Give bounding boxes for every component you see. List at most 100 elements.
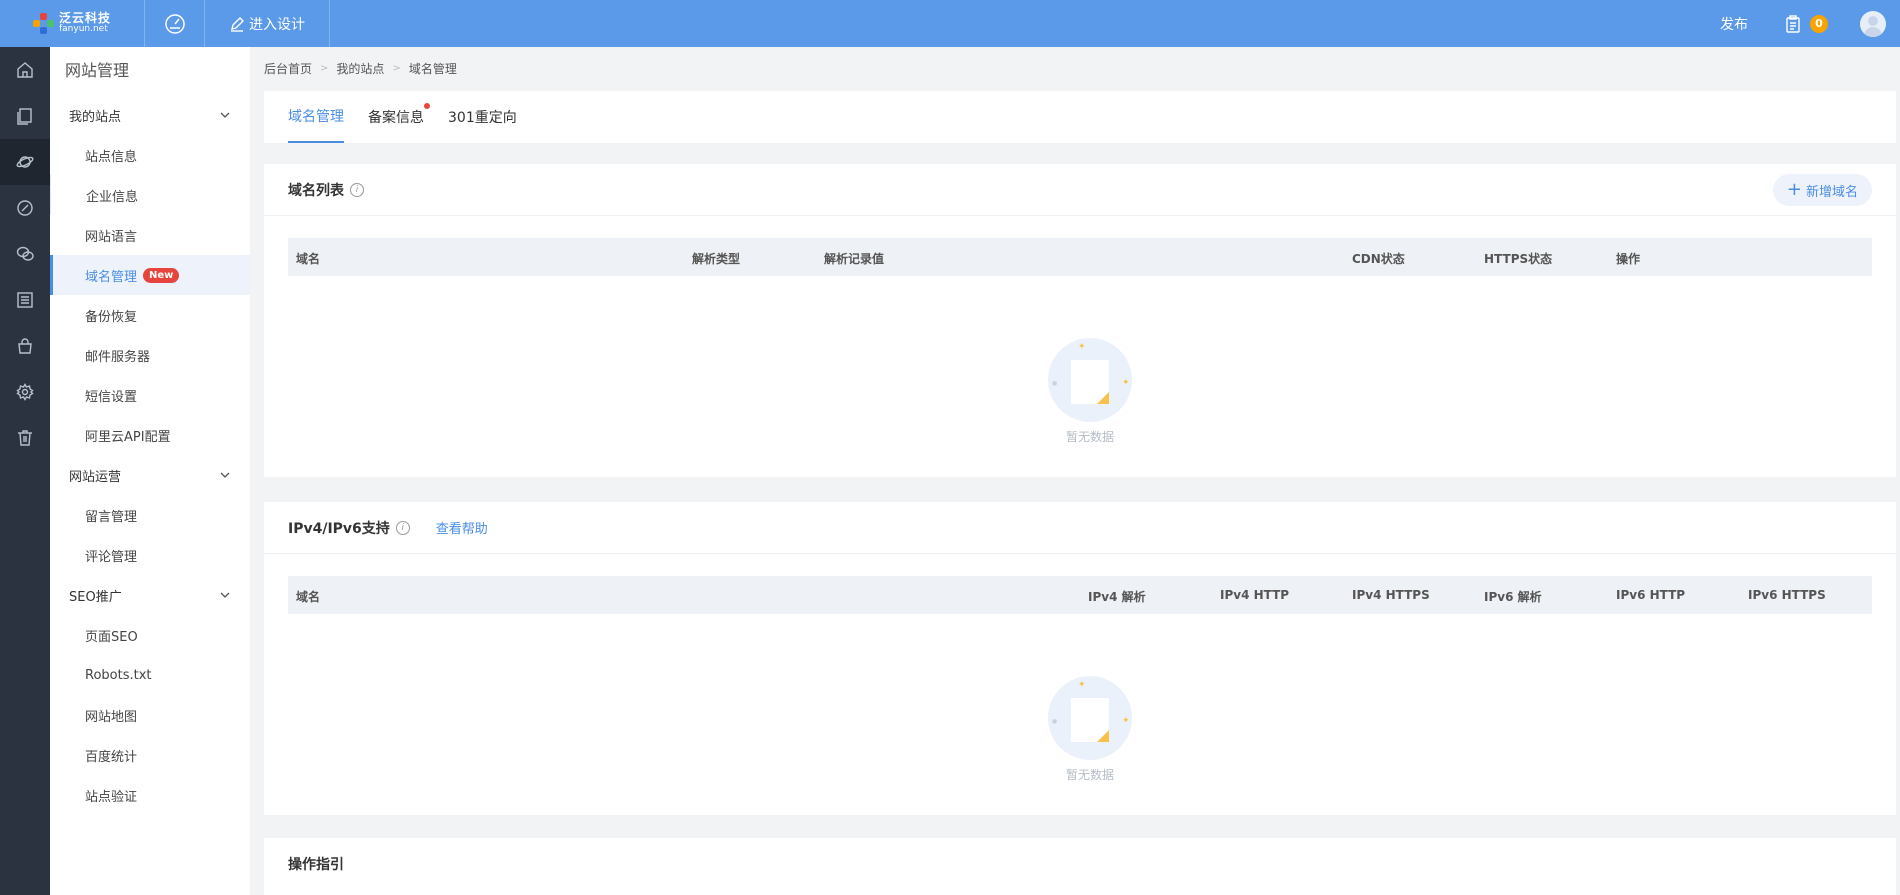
empty-state: ✦ ✦ ● 暂无数据 [1030,676,1150,783]
menu-item-page-seo[interactable]: 页面SEO [50,615,250,655]
menu-item-site-language[interactable]: 网站语言 [50,215,250,255]
publish-button[interactable]: 发布 [1720,14,1748,34]
brand-name-cn: 泛云科技 [58,10,111,25]
column-header: 解析类型 [692,252,741,266]
tab-domain-management[interactable]: 域名管理 [288,91,344,143]
column-header: HTTPS状态 [1484,252,1553,266]
domain-list-card: 域名列表 i + 新增域名 域名 解析类型 解析记录值 CDN状态 HTTPS状… [264,164,1896,477]
side-menu: 网站管理 我的站点 站点信息 企业信息 网站语言 域名管理 New 备份恢复 邮… [50,47,250,895]
icon-rail [0,47,50,895]
task-count-badge: 0 [1810,14,1828,33]
view-help-link[interactable]: 查看帮助 [436,518,488,537]
info-icon[interactable]: i [395,520,410,535]
trash-icon [18,430,32,446]
info-icon[interactable]: i [350,182,364,197]
tabs-bar: 域名管理 备案信息 301重定向 [264,91,1896,143]
menu-item-sms-settings[interactable]: 短信设置 [50,375,250,415]
domain-table-header: 域名 解析类型 解析记录值 CDN状态 HTTPS状态 操作 [288,238,1872,276]
brand-logo[interactable]: 泛云科技 fanyun.net [0,0,145,47]
column-header: CDN状态 [1352,252,1405,266]
menu-group-operations[interactable]: 网站运营 [50,455,250,495]
plus-icon: + [1786,179,1802,200]
rail-list[interactable] [0,277,50,323]
menu-item-sitemap[interactable]: 网站地图 [50,695,250,735]
tab-label: 备案信息 [368,110,424,126]
chevron-down-icon [220,472,230,478]
rail-website[interactable] [0,139,50,185]
operation-guide-card: 操作指引 [264,838,1896,895]
speedometer-button[interactable] [145,0,205,47]
menu-item-company-info[interactable]: 企业信息 [50,175,250,215]
rail-trash[interactable] [0,415,50,461]
ip-table-header: 域名 IPv4 解析 IPv4 HTTP IPv4 HTTPS IPv6 解析 … [288,576,1872,614]
menu-item-comments[interactable]: 评论管理 [50,535,250,575]
gear-icon [16,383,34,401]
column-header: 域名 [296,590,321,604]
rail-wechat[interactable] [0,231,50,277]
menu-item-domain-management[interactable]: 域名管理 New [50,255,250,295]
breadcrumb-home[interactable]: 后台首页 [264,60,312,77]
rail-pages[interactable] [0,93,50,139]
menu-item-site-verify[interactable]: 站点验证 [50,775,250,815]
add-domain-button[interactable]: + 新增域名 [1772,174,1872,206]
column-header: IPv6 HTTPS [1748,588,1826,602]
home-icon [17,62,33,78]
menu-group-seo[interactable]: SEO推广 [50,575,250,615]
card-title: 操作指引 [288,857,344,873]
logo-mark-icon [32,12,55,35]
main-content: 后台首页 > 我的站点 > 域名管理 域名管理 备案信息 301重定向 域名列表… [250,47,1900,895]
tab-301-redirect[interactable]: 301重定向 [448,91,517,143]
ip-support-card: IPv4/IPv6支持 i 查看帮助 域名 IPv4 解析 IPv4 HTTP … [264,502,1896,815]
rail-links[interactable] [0,185,50,231]
top-bar: 泛云科技 fanyun.net 进入设计 发布 0 [0,0,1900,47]
menu-group-label: 我的站点 [69,109,122,125]
empty-document-icon: ✦ ✦ ● [1048,338,1132,422]
card-header: 操作指引 [264,838,1896,890]
pages-icon [17,108,32,125]
breadcrumb-current: 域名管理 [408,61,457,76]
add-domain-label: 新增域名 [1805,184,1858,200]
list-icon [17,292,33,308]
menu-group-my-sites[interactable]: 我的站点 [50,95,250,135]
menu-item-mail-server[interactable]: 邮件服务器 [50,335,250,375]
menu-item-label: 域名管理 [85,269,138,285]
brand-name-en: fanyun.net [58,23,108,34]
empty-text: 暂无数据 [1065,768,1114,782]
menu-item-robots[interactable]: Robots.txt [50,655,250,695]
menu-item-baidu-stats[interactable]: 百度统计 [50,735,250,775]
menu-item-messages[interactable]: 留言管理 [50,495,250,535]
column-header: IPv4 HTTPS [1352,588,1430,602]
menu-item-aliyun-api[interactable]: 阿里云API配置 [50,415,250,455]
clipboard-icon [1786,14,1800,33]
tasks-button[interactable]: 0 [1784,14,1828,33]
column-header: 解析记录值 [824,252,885,266]
rail-settings[interactable] [0,369,50,415]
shop-bag-icon [18,338,32,354]
column-header: 域名 [296,252,321,266]
empty-text: 暂无数据 [1065,430,1114,444]
chevron-down-icon [220,592,230,598]
column-header: IPv4 解析 [1088,590,1146,604]
chevron-right-icon: > [392,62,401,74]
menu-group-label: 网站运营 [69,469,122,485]
notification-dot [424,103,430,109]
wechat-icon [16,246,34,261]
column-header: IPv4 HTTP [1220,588,1290,602]
new-badge: New [143,267,180,283]
chevron-down-icon [220,112,230,118]
card-header: IPv4/IPv6支持 i 查看帮助 [264,502,1896,554]
user-avatar[interactable] [1860,10,1886,37]
enter-design-label: 进入设计 [249,16,305,33]
menu-item-site-info[interactable]: 站点信息 [50,135,250,175]
speedometer-icon [164,13,185,34]
rail-home[interactable] [0,47,50,93]
column-header: 操作 [1616,252,1641,266]
rail-shop[interactable] [0,323,50,369]
enter-design-button[interactable]: 进入设计 [205,0,330,47]
breadcrumb-my-sites[interactable]: 我的站点 [336,60,384,77]
tab-filing-info[interactable]: 备案信息 [368,91,430,143]
breadcrumb: 后台首页 > 我的站点 > 域名管理 [250,47,1900,89]
card-title: 域名列表 [288,182,344,199]
menu-item-backup[interactable]: 备份恢复 [50,295,250,335]
chevron-right-icon: > [320,62,329,74]
